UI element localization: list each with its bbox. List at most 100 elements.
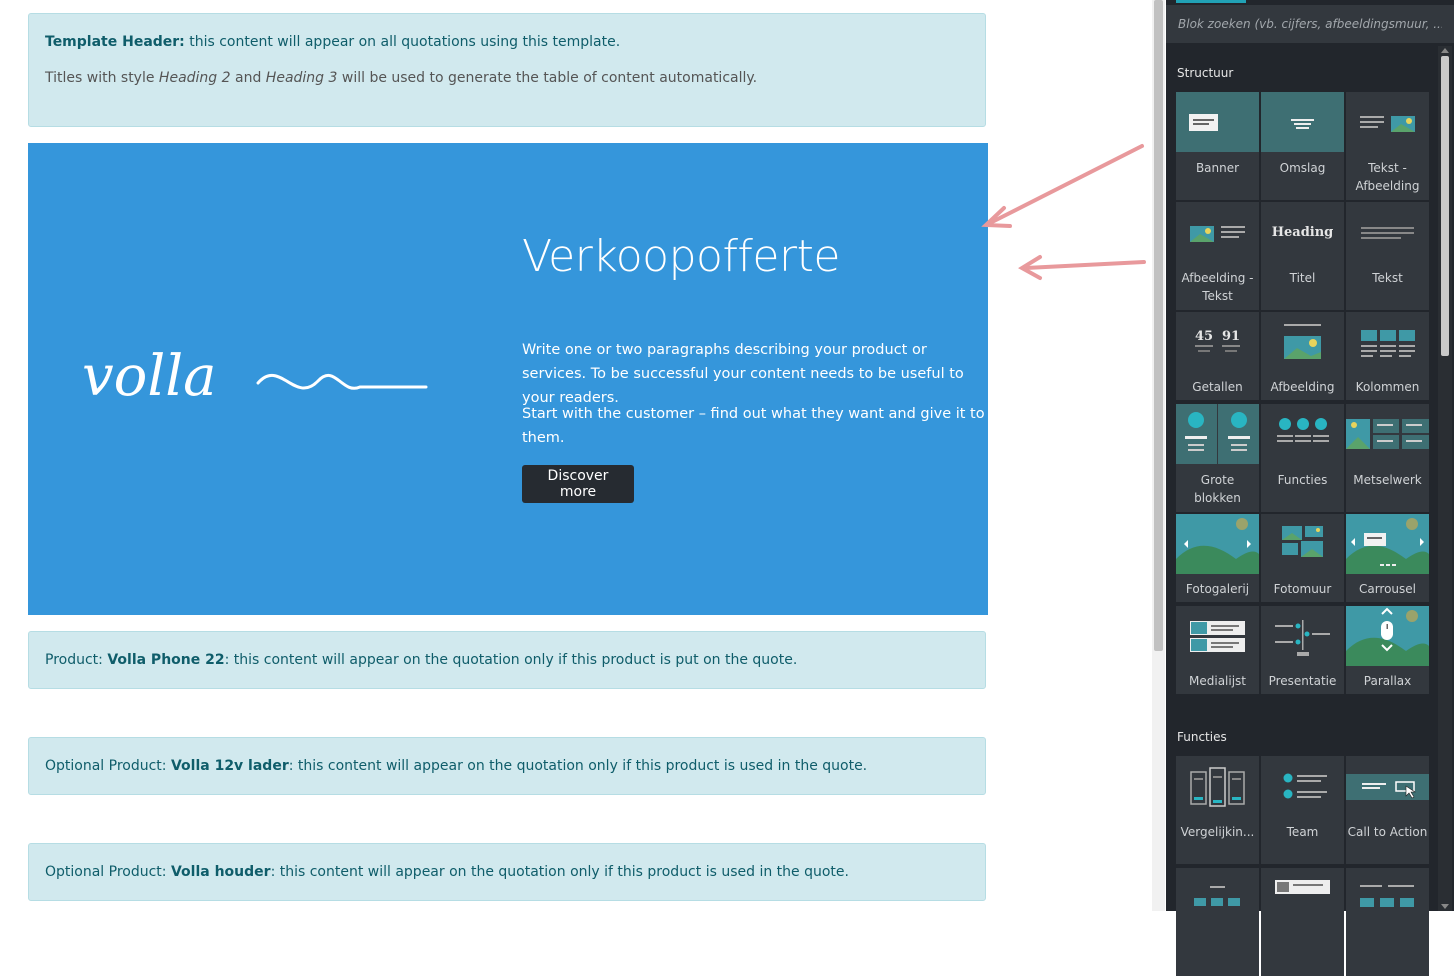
block-label: Getallen xyxy=(1192,380,1243,394)
banner-block[interactable]: volla Verkoopofferte Write one or two pa… xyxy=(28,143,988,615)
banner-title[interactable]: Verkoopofferte xyxy=(522,231,840,282)
block-label: Kolommen xyxy=(1355,380,1420,394)
block-banner[interactable]: Banner xyxy=(1176,92,1259,200)
block-columns[interactable]: Kolommen xyxy=(1346,312,1429,400)
block-media-list[interactable]: Medialijst xyxy=(1176,606,1259,694)
banner-paragraph-2[interactable]: Start with the customer – find out what … xyxy=(522,402,988,450)
optional-product-note: Optional Product: Volla 12v lader: this … xyxy=(28,737,986,795)
block-numbers[interactable]: 45 91 Getallen xyxy=(1176,312,1259,400)
numbers-icon-45: 45 xyxy=(1195,329,1213,344)
product-name: Volla houder xyxy=(170,864,271,880)
volla-logo: volla xyxy=(82,344,428,409)
image-text-icon xyxy=(1176,202,1259,262)
block-partial-icon xyxy=(1176,868,1259,928)
section-title-functies: Functies xyxy=(1177,730,1227,744)
gallery-icon xyxy=(1176,514,1259,574)
block-search-input[interactable] xyxy=(1166,5,1454,43)
product-name: Volla 12v lader xyxy=(170,758,289,774)
toc-note-h3: Heading 3 xyxy=(265,70,338,86)
template-header-text: this content will appear on all quotatio… xyxy=(184,34,621,50)
block-parallax[interactable]: Parallax xyxy=(1346,606,1429,694)
panel-active-tab-indicator xyxy=(1176,0,1246,3)
block-partial-icon xyxy=(1346,868,1429,928)
product-note-suffix: : this content will appear on the quotat… xyxy=(270,864,849,880)
team-icon xyxy=(1261,756,1344,816)
block-text[interactable]: Tekst xyxy=(1346,202,1429,310)
block-label: Call to Action xyxy=(1347,825,1428,839)
discover-more-button[interactable]: Discover more xyxy=(522,465,634,503)
block-cover[interactable]: Omslag xyxy=(1261,92,1344,200)
block-partial[interactable] xyxy=(1176,868,1259,976)
block-label: Vergelijkin... xyxy=(1180,825,1255,839)
block-label: Titel xyxy=(1289,271,1316,285)
block-call-to-action[interactable]: Call to Action xyxy=(1346,756,1429,864)
template-header-note: Template Header: this content will appea… xyxy=(28,13,986,127)
arrow-upper xyxy=(988,144,1144,225)
optional-product-note: Optional Product: Volla houder: this con… xyxy=(28,843,986,901)
block-image-wall[interactable]: Fotomuur xyxy=(1261,514,1344,602)
block-text-image[interactable]: Tekst - Afbeelding xyxy=(1346,92,1429,200)
banner-icon xyxy=(1176,92,1259,152)
block-label: Omslag xyxy=(1279,161,1326,175)
comparisons-icon xyxy=(1176,756,1259,816)
carousel-icon xyxy=(1346,514,1429,574)
block-label: Medialijst xyxy=(1189,674,1246,688)
block-big-boxes[interactable]: Grote blokken xyxy=(1176,404,1259,512)
block-title[interactable]: Heading Titel xyxy=(1261,202,1344,310)
block-partial[interactable] xyxy=(1261,868,1344,976)
scroll-up-icon[interactable] xyxy=(1441,48,1449,53)
block-label: Grote blokken xyxy=(1194,473,1241,505)
template-header-label: Template Header: xyxy=(45,34,185,50)
block-gallery[interactable]: Fotogalerij xyxy=(1176,514,1259,602)
banner-paragraph-1[interactable]: Write one or two paragraphs describing y… xyxy=(522,338,988,410)
block-label: Tekst xyxy=(1372,271,1403,285)
block-carousel[interactable]: Carrousel xyxy=(1346,514,1429,602)
block-comparisons[interactable]: Vergelijkin... xyxy=(1176,756,1259,864)
block-label: Team xyxy=(1286,825,1319,839)
block-image[interactable]: Afbeelding xyxy=(1261,312,1344,400)
volla-logo-text: volla xyxy=(82,344,217,409)
product-note-suffix: : this content will appear on the quotat… xyxy=(288,758,868,774)
main-scrollbar-thumb[interactable] xyxy=(1154,0,1163,651)
block-image-text[interactable]: Afbeelding - Tekst xyxy=(1176,202,1259,310)
product-note-prefix: Product: xyxy=(45,652,108,668)
product-note: Product: Volla Phone 22: this content wi… xyxy=(28,631,986,689)
toc-note-a: Titles with style xyxy=(45,70,159,86)
numbers-icon-91: 91 xyxy=(1222,329,1240,344)
text-icon xyxy=(1346,202,1429,262)
block-partial[interactable] xyxy=(1346,868,1429,976)
block-features[interactable]: Functies xyxy=(1261,404,1344,512)
block-label: Fotomuur xyxy=(1273,582,1332,596)
panel-scrollbar-thumb[interactable] xyxy=(1441,56,1449,356)
heading-icon-text: Heading xyxy=(1272,225,1334,240)
toc-note-b: and xyxy=(230,70,266,86)
text-image-icon xyxy=(1346,92,1429,152)
block-label: Functies xyxy=(1277,473,1328,487)
block-partial-icon xyxy=(1261,868,1344,928)
block-showcase[interactable]: Presentatie xyxy=(1261,606,1344,694)
product-note-suffix: : this content will appear on the quotat… xyxy=(224,652,798,668)
toc-note-c: will be used to generate the table of co… xyxy=(337,70,758,86)
block-label: Parallax xyxy=(1363,674,1412,688)
toc-note-h2: Heading 2 xyxy=(158,70,231,86)
showcase-icon xyxy=(1261,606,1344,666)
section-title-structuur: Structuur xyxy=(1177,66,1234,80)
scroll-down-icon[interactable] xyxy=(1441,904,1449,909)
block-label: Carrousel xyxy=(1358,582,1417,596)
block-label: Tekst - Afbeelding xyxy=(1355,161,1420,193)
snippets-panel: Structuur Banner Omslag Tekst - Af xyxy=(1166,0,1454,976)
block-masonry[interactable]: Metselwerk xyxy=(1346,404,1429,512)
main-scrollbar[interactable] xyxy=(1152,0,1165,911)
numbers-icon: 45 91 xyxy=(1176,312,1259,372)
masonry-icon xyxy=(1346,404,1429,464)
cover-icon xyxy=(1261,92,1344,152)
block-label: Banner xyxy=(1195,161,1240,175)
product-note-prefix: Optional Product: xyxy=(45,758,171,774)
annotation-arrows xyxy=(981,144,1146,280)
panel-scrollbar[interactable] xyxy=(1438,46,1452,911)
block-label: Fotogalerij xyxy=(1185,582,1250,596)
block-team[interactable]: Team xyxy=(1261,756,1344,864)
big-boxes-icon xyxy=(1176,404,1259,464)
product-name: Volla Phone 22 xyxy=(107,652,225,668)
image-wall-icon xyxy=(1261,514,1344,574)
